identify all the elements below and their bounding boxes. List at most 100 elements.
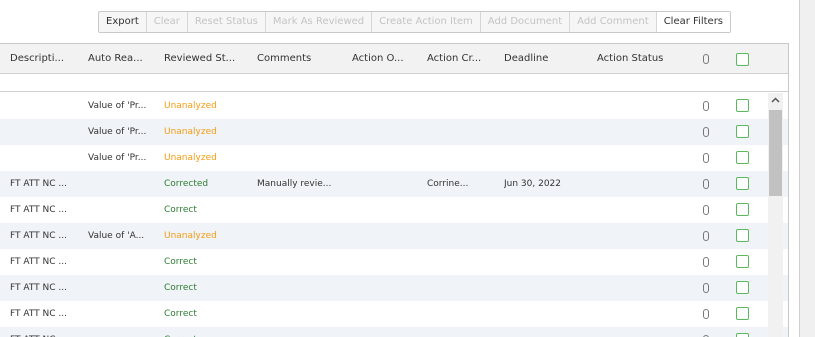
cell-reviewed-status: Unanalyzed xyxy=(164,231,217,241)
cell-comments xyxy=(257,119,345,145)
cell-action-owner xyxy=(352,249,418,275)
row-checkbox[interactable] xyxy=(736,99,749,112)
cell-action-created xyxy=(427,275,499,301)
cell-auto-reason xyxy=(88,301,158,327)
cell-reviewed-status: Corrected xyxy=(164,179,209,189)
table-row[interactable]: FT ATT NC ... Correct xyxy=(0,301,788,327)
paperclip-icon[interactable] xyxy=(703,127,709,137)
cell-action-status xyxy=(597,327,677,337)
cell-reviewed-status: Correct xyxy=(164,309,197,319)
clear-filters-button[interactable]: Clear Filters xyxy=(656,12,731,32)
cell-deadline xyxy=(504,301,584,327)
cell-comments xyxy=(257,327,345,337)
paperclip-icon[interactable] xyxy=(703,153,709,163)
column-header-comments[interactable]: Comments xyxy=(257,44,337,74)
filter-row[interactable] xyxy=(0,74,788,92)
cell-description: FT ATT NC ... xyxy=(10,205,67,215)
column-header-reviewed-status[interactable]: Reviewed St... xyxy=(164,44,250,74)
table-row[interactable]: FT ATT NC ... Corrected Manually revie... C… xyxy=(0,171,788,197)
column-header-action-status[interactable]: Action Status xyxy=(597,44,677,74)
cell-deadline xyxy=(504,249,584,275)
cell-auto-reason xyxy=(88,171,158,197)
column-header-action-owner[interactable]: Action O... xyxy=(352,44,418,74)
cell-action-status xyxy=(597,249,677,275)
cell-deadline xyxy=(504,93,584,119)
cell-action-created xyxy=(427,249,499,275)
cell-deadline xyxy=(504,197,584,223)
cell-auto-reason: Value of 'Pr... xyxy=(88,101,147,111)
create-action-item-button[interactable]: Create Action Item xyxy=(372,12,481,32)
cell-deadline xyxy=(504,327,584,337)
cell-reviewed-status: Correct xyxy=(164,327,250,337)
column-header-deadline[interactable]: Deadline xyxy=(504,44,584,74)
cell-auto-reason: Value of 'A... xyxy=(88,231,145,241)
cell-comments xyxy=(257,301,345,327)
row-checkbox[interactable] xyxy=(736,203,749,216)
column-header-action-created[interactable]: Action Cr... xyxy=(427,44,499,74)
cell-action-status xyxy=(597,93,677,119)
cell-reviewed-status: Correct xyxy=(164,205,197,215)
add-comment-button[interactable]: Add Comment xyxy=(570,12,657,32)
table-row[interactable]: FT ATT NC ... Correct xyxy=(0,275,788,301)
cell-deadline xyxy=(504,275,584,301)
table-row[interactable]: FT ATT NC ... Correct xyxy=(0,197,788,223)
cell-deadline xyxy=(504,223,584,249)
column-header-auto-reason[interactable]: Auto Rea... xyxy=(88,44,158,74)
reset-status-button[interactable]: Reset Status xyxy=(188,12,266,32)
cell-action-created xyxy=(427,223,499,249)
add-document-button[interactable]: Add Document xyxy=(481,12,571,32)
cell-action-status xyxy=(597,223,677,249)
paperclip-icon[interactable] xyxy=(703,283,709,293)
select-all-checkbox[interactable] xyxy=(736,53,749,66)
cell-description: FT ATT NC ... xyxy=(10,179,67,189)
clear-button[interactable]: Clear xyxy=(147,12,188,32)
cell-reviewed-status: Correct xyxy=(164,257,197,267)
scrollbar-thumb[interactable] xyxy=(769,110,782,196)
mark-as-reviewed-button[interactable]: Mark As Reviewed xyxy=(266,12,373,32)
row-checkbox[interactable] xyxy=(736,333,749,337)
cell-comments xyxy=(257,223,345,249)
cell-action-owner xyxy=(352,327,418,337)
table-row[interactable]: FT ATT NC ... Value of 'A... Unanalyzed xyxy=(0,223,788,249)
paperclip-icon[interactable] xyxy=(703,205,709,215)
grid-toolbar: Export Clear Reset Status Mark As Review… xyxy=(98,11,732,33)
cell-comments xyxy=(257,197,345,223)
column-header-description[interactable]: Descripti... xyxy=(10,44,84,74)
paperclip-icon[interactable] xyxy=(703,231,709,241)
cell-description xyxy=(10,145,84,171)
table-row[interactable]: Value of 'Pr... Unanalyzed xyxy=(0,119,788,145)
paperclip-icon[interactable] xyxy=(703,309,709,319)
grid-body: Value of 'Pr... Unanalyzed Value of 'Pr...… xyxy=(0,93,788,337)
cell-auto-reason xyxy=(88,249,158,275)
cell-auto-reason xyxy=(88,327,158,337)
row-checkbox[interactable] xyxy=(736,151,749,164)
row-checkbox[interactable] xyxy=(736,281,749,294)
vertical-scrollbar[interactable] xyxy=(768,93,783,337)
paperclip-icon xyxy=(703,54,709,64)
cell-action-created xyxy=(427,119,499,145)
cell-description xyxy=(10,93,84,119)
cell-comments xyxy=(257,145,345,171)
cell-auto-reason: Value of 'Pr... xyxy=(88,127,147,137)
cell-reviewed-status: Correct xyxy=(164,283,197,293)
cell-auto-reason xyxy=(88,197,158,223)
table-row[interactable]: FT ATT NC ... Correct xyxy=(0,327,788,337)
cell-action-owner xyxy=(352,197,418,223)
table-row[interactable]: Value of 'Pr... Unanalyzed xyxy=(0,93,788,119)
row-checkbox[interactable] xyxy=(736,307,749,320)
paperclip-icon[interactable] xyxy=(703,101,709,111)
row-checkbox[interactable] xyxy=(736,229,749,242)
cell-action-created xyxy=(427,301,499,327)
row-checkbox[interactable] xyxy=(736,125,749,138)
scroll-up-arrow-icon[interactable] xyxy=(768,93,783,108)
cell-action-created: Corrine... xyxy=(427,179,469,189)
paperclip-icon[interactable] xyxy=(703,179,709,189)
cell-comments xyxy=(257,275,345,301)
export-button[interactable]: Export xyxy=(99,12,147,32)
row-checkbox[interactable] xyxy=(736,255,749,268)
row-checkbox[interactable] xyxy=(736,177,749,190)
cell-comments xyxy=(257,249,345,275)
table-row[interactable]: FT ATT NC ... Correct xyxy=(0,249,788,275)
table-row[interactable]: Value of 'Pr... Unanalyzed xyxy=(0,145,788,171)
paperclip-icon[interactable] xyxy=(703,257,709,267)
